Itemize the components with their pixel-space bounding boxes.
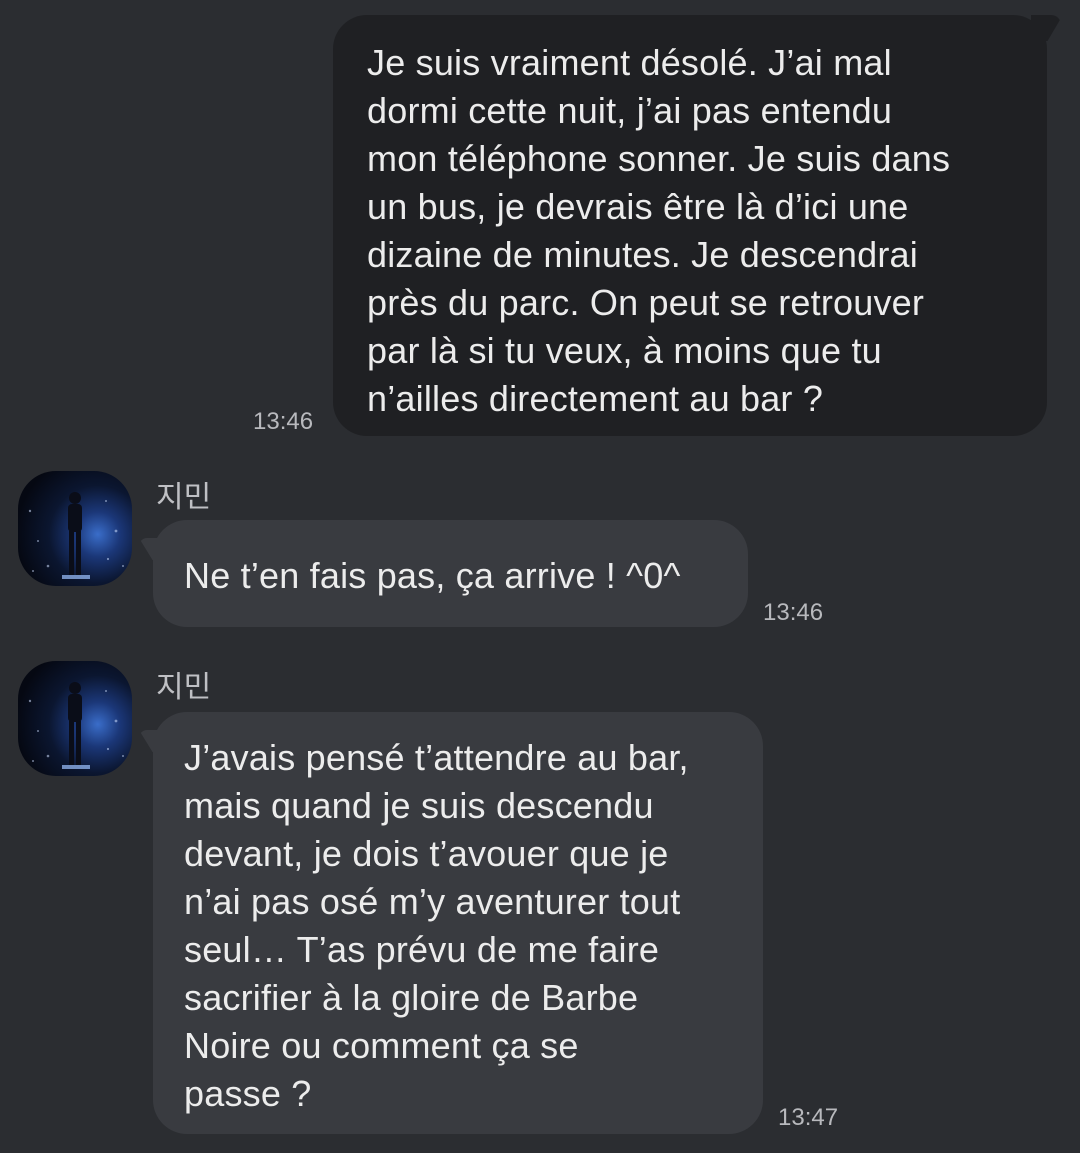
avatar-image — [28, 492, 124, 579]
message-timestamp: 13:46 — [253, 408, 314, 435]
message-bubble-outgoing[interactable]: Je suis vraiment désolé. J’ai mal dormi … — [333, 15, 1047, 436]
avatar-image — [28, 682, 124, 769]
message-timestamp: 13:46 — [763, 599, 824, 626]
profile-avatar-icon[interactable] — [18, 661, 132, 776]
message-timestamp: 13:47 — [778, 1104, 839, 1131]
profile-avatar-icon[interactable] — [18, 471, 132, 586]
sender-name: 지민 — [156, 670, 212, 705]
message-bubble-incoming[interactable]: J’avais pensé t’attendre au bar, mais qu… — [153, 712, 763, 1134]
sender-name: 지민 — [156, 480, 212, 515]
message-bubble-incoming[interactable]: Ne t’en fais pas, ça arrive ! ^0^ — [153, 520, 748, 627]
